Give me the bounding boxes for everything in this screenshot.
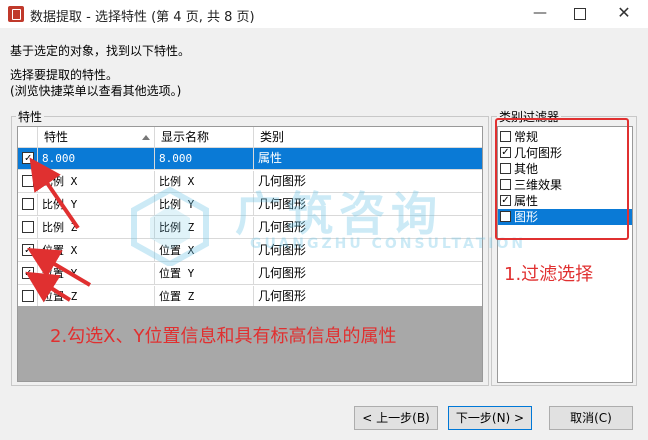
next-button[interactable]: 下一步(N) > bbox=[448, 406, 532, 430]
arrow-to-row-1 bbox=[29, 157, 80, 230]
arrow-to-row-6 bbox=[25, 271, 72, 303]
arrow-to-row-5 bbox=[27, 247, 92, 287]
back-button[interactable]: < 上一步(B) bbox=[354, 406, 438, 430]
cancel-button[interactable]: 取消(C) bbox=[549, 406, 633, 430]
annotation-arrows bbox=[25, 157, 92, 303]
